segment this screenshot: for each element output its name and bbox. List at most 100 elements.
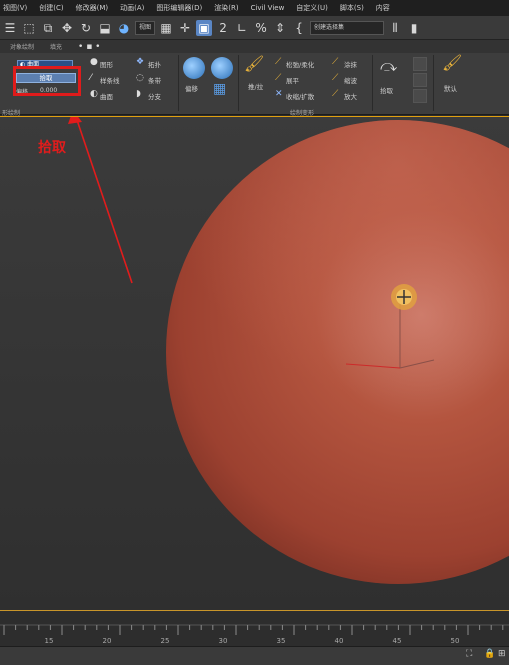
push-pull-label[interactable]: 推/拉 bbox=[248, 81, 263, 91]
timeline-ruler: 15 20 25 30 35 40 45 50 bbox=[0, 624, 509, 645]
pivot-icon[interactable]: ▦ bbox=[158, 20, 174, 36]
smear-brush-icon: ⟋ bbox=[332, 57, 339, 67]
app-window: 视图(V) 创建(C) 修改器(M) 动画(A) 图形编辑器(D) 渲染(R) … bbox=[0, 0, 509, 665]
ribbon-separator bbox=[178, 55, 179, 111]
select-place-icon[interactable]: ◕ bbox=[116, 20, 132, 36]
rect-select-icon[interactable]: ⬚ bbox=[21, 20, 37, 36]
menu-item-rendering[interactable]: 渲染(R) bbox=[211, 3, 247, 13]
select-list-icon[interactable]: ☰ bbox=[2, 20, 18, 36]
expand-brush-icon: ⟋ bbox=[332, 89, 339, 99]
window-crossing-icon[interactable]: ⧉ bbox=[40, 20, 56, 36]
topology-label[interactable]: 拓扑 bbox=[148, 59, 161, 69]
spline-icon: ⁄ bbox=[90, 73, 92, 83]
topology-icon: ❖ bbox=[136, 57, 145, 67]
perspective-viewport[interactable] bbox=[0, 116, 509, 610]
annotation-arrow-line bbox=[76, 119, 133, 284]
tab-object-paint[interactable]: 对象绘制 bbox=[0, 42, 40, 51]
ribbon-tab-more[interactable]: • ▪ • bbox=[68, 42, 106, 52]
ribbon-separator bbox=[372, 55, 373, 111]
timeline-ticks bbox=[3, 625, 504, 635]
mirror-icon[interactable]: ⫴ bbox=[387, 20, 403, 36]
undo-brush-icon[interactable] bbox=[413, 57, 427, 71]
grid-icon[interactable]: ⊞ bbox=[498, 649, 506, 659]
menu-item-civil-view[interactable]: Civil View bbox=[248, 4, 294, 12]
default-brush-icon[interactable]: 🖌 bbox=[442, 55, 462, 71]
menu-item-customize[interactable]: 自定义(U) bbox=[293, 3, 337, 13]
percent-snap-icon[interactable]: % bbox=[253, 20, 269, 36]
shrink-brush-icon: ✕ bbox=[275, 89, 283, 99]
relax-soften-label[interactable]: 松弛/柔化 bbox=[286, 59, 314, 69]
menu-item-create[interactable]: 创建(C) bbox=[36, 3, 72, 13]
ribbon-panel: ◐ 曲面 拾取 偏移 0.000 ● 图形 ⁄ 样条线 ◐ 曲面 ❖ 拓扑 ◌ … bbox=[0, 53, 509, 117]
manipulate-icon[interactable]: ✛ bbox=[177, 20, 193, 36]
surface-icon: ◐ bbox=[90, 89, 98, 99]
reduce-label[interactable]: 缩波 bbox=[344, 75, 357, 85]
timeline-tick-label: 25 bbox=[161, 637, 170, 645]
menu-item-graph-editors[interactable]: 图形编辑器(D) bbox=[153, 3, 211, 13]
timeline-tick-label: 30 bbox=[219, 637, 228, 645]
named-selection-dropdown[interactable]: 创建选择集 bbox=[310, 20, 385, 35]
menu-item-view[interactable]: 视图(V) bbox=[0, 3, 36, 13]
reset-brush-icon[interactable] bbox=[413, 89, 427, 103]
pick-tool-label[interactable]: 拾取 bbox=[380, 85, 393, 95]
flatten-brush-icon: ⟋ bbox=[275, 73, 282, 83]
pick-highlight-box bbox=[13, 66, 81, 96]
tab-populate[interactable]: 填充 bbox=[40, 42, 68, 51]
main-toolbar: ☰ ⬚ ⧉ ✥ ↻ ⬓ ◕ 视图 ▦ ✛ ▣ 2 ∟ % ⇕ { 创建选择集 ⫴… bbox=[0, 16, 509, 40]
timeline-tick-label: 40 bbox=[335, 637, 344, 645]
timeline[interactable]: 15 20 25 30 35 40 45 50 bbox=[0, 610, 509, 646]
scale-icon[interactable]: ⬓ bbox=[97, 20, 113, 36]
annotation-label: 拾取 bbox=[38, 140, 66, 156]
strip-icon: ◌ bbox=[136, 73, 144, 83]
menu-item-animation[interactable]: 动画(A) bbox=[117, 3, 153, 13]
sphere-highlight bbox=[166, 120, 509, 584]
ribbon-tabs: 对象绘制 填充 • ▪ • bbox=[0, 40, 509, 53]
push-pull-brush-icon[interactable]: 🖌 bbox=[244, 56, 264, 72]
shape-icon: ● bbox=[90, 57, 98, 67]
flatten-label[interactable]: 展平 bbox=[286, 75, 299, 85]
status-bar bbox=[0, 646, 509, 665]
reference-coordinate-dropdown[interactable]: 视图 bbox=[135, 20, 156, 35]
expand-label[interactable]: 放大 bbox=[344, 91, 357, 101]
move-icon[interactable]: ✥ bbox=[59, 20, 75, 36]
annotation-arrow-head bbox=[68, 116, 82, 124]
keyboard-shortcut-icon[interactable]: ▣ bbox=[196, 19, 213, 36]
menu-bar: 视图(V) 创建(C) 修改器(M) 动画(A) 图形编辑器(D) 渲染(R) … bbox=[0, 0, 509, 16]
brush-cursor bbox=[391, 284, 417, 310]
spinner-snap-icon[interactable]: ⇕ bbox=[272, 20, 288, 36]
conform-tool-icon[interactable] bbox=[211, 57, 233, 79]
menu-item-content[interactable]: 内容 bbox=[373, 3, 399, 13]
ribbon-separator bbox=[433, 55, 434, 111]
align-icon[interactable]: ▮ bbox=[406, 20, 422, 36]
shape-label[interactable]: 图形 bbox=[100, 59, 113, 69]
branch-icon: ◗ bbox=[136, 89, 141, 99]
timeline-labels: 15 20 25 30 35 40 45 50 bbox=[45, 637, 460, 645]
smear-label[interactable]: 涂抹 bbox=[344, 59, 357, 69]
spline-label[interactable]: 样条线 bbox=[100, 75, 120, 85]
snap-toggle-icon[interactable]: 2 bbox=[215, 20, 231, 36]
timeline-tick-label: 15 bbox=[45, 637, 54, 645]
timeline-tick-label: 45 bbox=[393, 637, 402, 645]
redo-brush-icon[interactable] bbox=[413, 73, 427, 87]
timeline-tick-label: 20 bbox=[103, 637, 112, 645]
edit-named-selection-icon[interactable]: { bbox=[291, 20, 307, 36]
timeline-tick-label: 35 bbox=[277, 637, 286, 645]
relax-brush-icon: ⟋ bbox=[275, 57, 282, 67]
shrink-grow-label[interactable]: 收缩/扩散 bbox=[286, 91, 314, 101]
pick-tool-icon[interactable]: ⤼ bbox=[380, 58, 397, 74]
lock-icon[interactable]: 🔒 bbox=[484, 649, 495, 659]
menu-item-scripting[interactable]: 脚本(S) bbox=[337, 3, 373, 13]
surface-label[interactable]: 曲面 bbox=[100, 91, 113, 101]
offset-tool-icon[interactable] bbox=[183, 57, 205, 79]
strip-label[interactable]: 条带 bbox=[148, 75, 161, 85]
offset-tool-label: 偏移 bbox=[185, 85, 198, 93]
grid-tool-icon[interactable]: ▦ bbox=[213, 82, 226, 96]
angle-snap-icon[interactable]: ∟ bbox=[234, 20, 250, 36]
viewport-canvas bbox=[68, 116, 509, 584]
rotate-icon[interactable]: ↻ bbox=[78, 20, 94, 36]
zoom-extents-icon[interactable]: ⛶ bbox=[466, 649, 472, 659]
timeline-tick-label: 50 bbox=[451, 637, 460, 645]
branch-label[interactable]: 分支 bbox=[148, 91, 161, 101]
default-label[interactable]: 默认 bbox=[444, 83, 457, 93]
menu-item-modifiers[interactable]: 修改器(M) bbox=[73, 3, 118, 13]
